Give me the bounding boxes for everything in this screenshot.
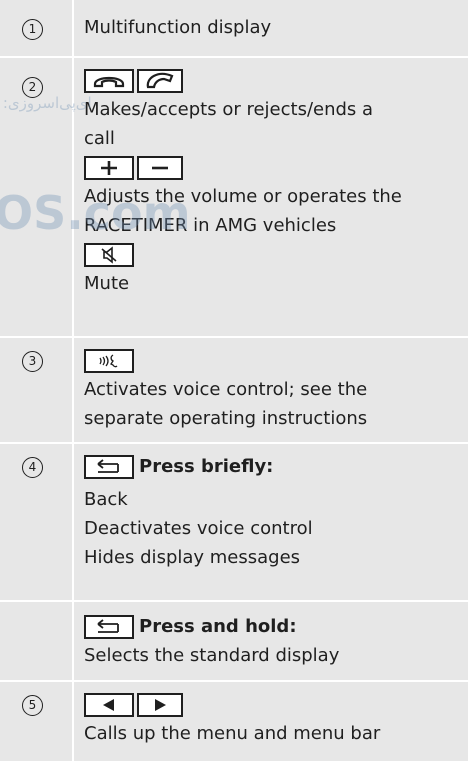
press-label: Press briefly:: [139, 456, 274, 477]
row-text: separate operating instructions: [84, 408, 368, 429]
press-label: Press and hold:: [139, 616, 297, 637]
row-number-5: 5: [22, 695, 43, 716]
arrow-left-icon: [103, 698, 114, 711]
row-text: Selects the standard display: [84, 645, 340, 666]
row-text: Makes/accepts or rejects/ends a: [84, 99, 374, 120]
table-row: 3 Activates voice control; see the separ…: [0, 338, 468, 444]
back-icon: [97, 458, 119, 473]
key-group-voice: [84, 346, 454, 375]
key-group-call: [84, 66, 454, 95]
arrow-right-key: [137, 692, 183, 717]
key-group-volume: [84, 153, 454, 182]
watermark-latin: OS.com: [0, 186, 191, 240]
mute-key: [84, 242, 134, 267]
back-key: [84, 454, 134, 479]
voice-control-icon: [99, 353, 118, 367]
volume-up-key: [84, 155, 134, 180]
row-content: Press briefly: Back Deactivates voice co…: [74, 444, 468, 600]
watermark-persian: ای‌پی‌اسروزی: ۵: [0, 94, 92, 112]
volume-down-key: [137, 155, 183, 180]
table-row: Press and hold: Selects the standard dis…: [0, 602, 468, 682]
table-row: 4 Press briefly: Back Deactivates voice …: [0, 444, 468, 602]
row-text: Calls up the menu and menu bar: [84, 723, 381, 744]
phone-hangup-icon: [93, 76, 125, 87]
back-key: [84, 614, 134, 639]
instruction-table: 1 Multifunction display 2 Makes/accepts …: [0, 0, 468, 763]
row-number-1: 1: [22, 19, 43, 40]
phone-accept-icon: [146, 72, 174, 88]
minus-icon: [152, 166, 168, 169]
row-number-3: 3: [22, 351, 43, 372]
row-number-cell: 3: [0, 338, 74, 442]
voice-control-key: [84, 348, 134, 373]
phone-hangup-key: [84, 68, 134, 93]
table-row: 1 Multifunction display: [0, 0, 468, 58]
row-content: Calls up the menu and menu bar: [74, 682, 468, 761]
row-text: Activates voice control; see the: [84, 379, 368, 400]
mute-icon: [101, 245, 117, 264]
phone-accept-key: [137, 68, 183, 93]
row-number-4: 4: [22, 457, 43, 478]
key-group-arrows: [84, 690, 454, 719]
row-text: Deactivates voice control: [84, 518, 313, 539]
back-icon: [97, 618, 119, 633]
row-text: Hides display messages: [84, 547, 301, 568]
plus-icon: [101, 160, 117, 175]
row-content: Press and hold: Selects the standard dis…: [74, 602, 468, 680]
row-text: Back: [84, 489, 128, 510]
row-number-cell: 4: [0, 444, 74, 600]
row-number-cell: 1: [0, 0, 74, 56]
row-text: Mute: [84, 273, 130, 294]
key-group-back: Press and hold:: [84, 612, 454, 641]
key-group-back: Press briefly:: [84, 452, 454, 481]
key-group-mute: [84, 240, 454, 269]
table-row: 5 Calls up the menu and menu bar: [0, 682, 468, 763]
row-text: Multifunction display: [84, 17, 272, 38]
row-number-cell: 5: [0, 682, 74, 761]
row-content: Multifunction display: [74, 0, 468, 56]
arrow-left-key: [84, 692, 134, 717]
row-content: Activates voice control; see the separat…: [74, 338, 468, 442]
row-text: call: [84, 128, 115, 149]
arrow-right-icon: [155, 698, 166, 711]
row-number-cell: [0, 602, 74, 680]
